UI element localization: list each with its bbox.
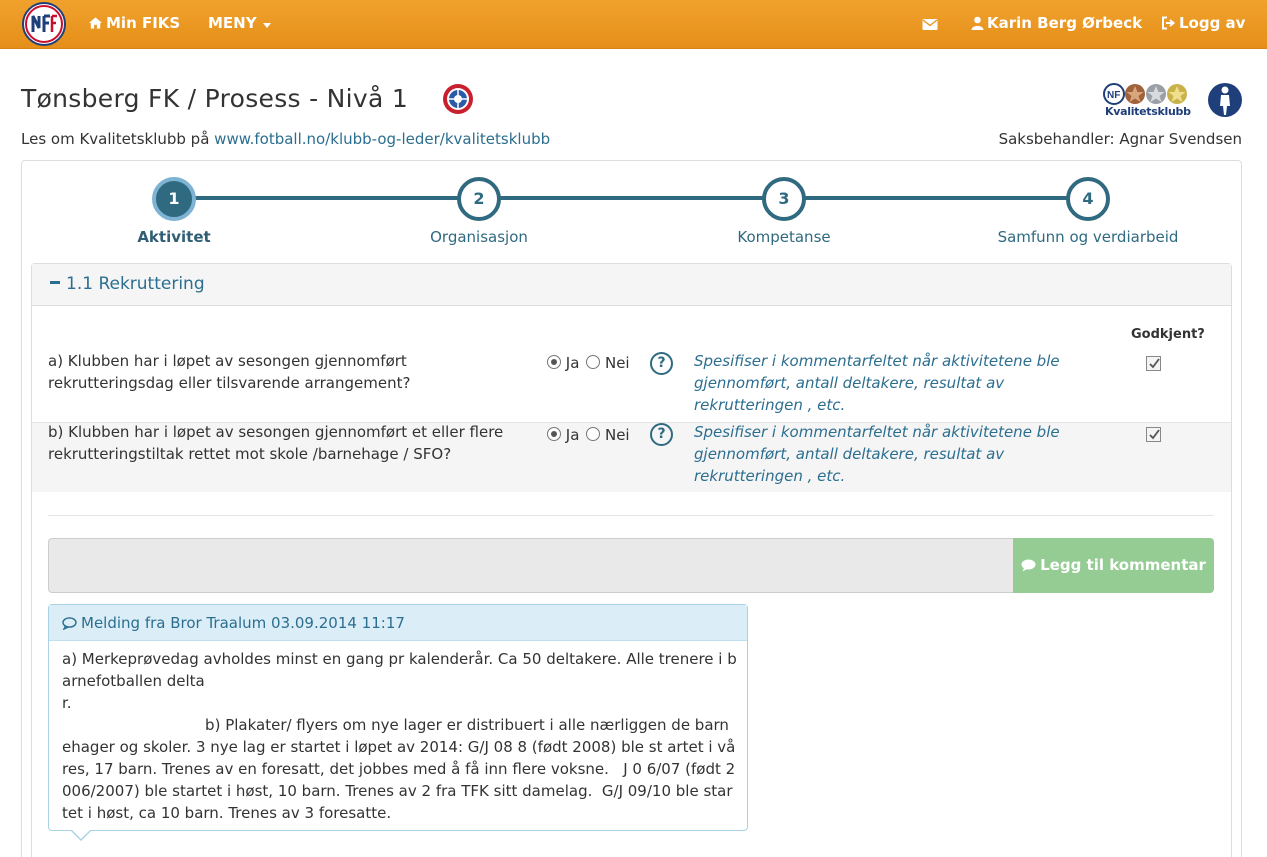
saksbehandler-label: Saksbehandler: Agnar Svendsen (998, 130, 1242, 148)
question-a-nei-label: Nei (604, 354, 630, 372)
question-a-radio-nei[interactable] (586, 355, 601, 369)
message-title-row: Melding fra Bror Traalum 03.09.2014 11:1… (62, 614, 405, 632)
question-a-text: a) Klubben har i løpet av sesongen gjenn… (48, 352, 411, 392)
message-title: Melding fra Bror Traalum 03.09.2014 11:1… (81, 614, 405, 632)
question-b-help-icon[interactable]: ? (650, 423, 673, 446)
comment-outline-icon (62, 617, 77, 631)
godkjent-column-header: Godkjent? (1131, 327, 1205, 342)
nav-menu-dropdown[interactable]: MENY (208, 14, 275, 32)
step-4-circle[interactable]: 4 (1066, 177, 1110, 221)
comment-icon (1021, 559, 1036, 572)
question-a-radio-ja[interactable] (547, 355, 561, 369)
nav-home-label: Min FIKS (106, 14, 181, 32)
question-b-radio-nei[interactable] (586, 427, 601, 441)
step-4-label[interactable]: Samfunn og verdiarbeid (988, 228, 1188, 246)
logout-label: Logg av (1179, 14, 1246, 32)
comment-input[interactable] (48, 538, 1014, 593)
question-b-text: b) Klubben har i løpet av sesongen gjenn… (48, 423, 504, 463)
caret-down-icon (262, 23, 271, 28)
step-1-label[interactable]: Aktivitet (74, 228, 274, 246)
svg-text:NF: NF (1107, 90, 1120, 101)
step-2-label[interactable]: Organisasjon (379, 228, 579, 246)
step-3-label[interactable]: Kompetanse (684, 228, 884, 246)
add-comment-label: Legg til kommentar (1040, 556, 1206, 574)
question-b-ja-label: Ja (565, 426, 580, 444)
checkmark-icon (1149, 358, 1160, 369)
question-b-answer: Ja Nei (547, 426, 630, 444)
question-b-nei-label: Nei (604, 426, 630, 444)
page-title: Tønsberg FK / Prosess - Nivå 1 (21, 84, 409, 113)
envelope-icon (922, 19, 938, 30)
nff-logo[interactable] (22, 2, 66, 46)
user-icon (971, 16, 984, 30)
question-b-approved-checkbox[interactable] (1146, 427, 1161, 442)
kvalitetsklubb-logo-text: Kvalitetsklubb (1105, 105, 1191, 118)
divider (48, 515, 1214, 516)
message-body: a) Merkeprøvedag avholdes minst en gang … (62, 650, 737, 822)
progress-line (195, 196, 1070, 200)
checkmark-icon (1149, 429, 1160, 440)
figure-logo-icon (1208, 83, 1242, 117)
question-b-radio-ja[interactable] (547, 427, 561, 441)
messages-link[interactable] (922, 15, 941, 33)
question-a-approved-checkbox[interactable] (1146, 356, 1161, 371)
question-b-hint: Spesifiser i kommentarfeltet når aktivit… (694, 423, 1060, 485)
question-a-answer: Ja Nei (547, 354, 630, 372)
lead-text: Les om Kvalitetsklubb på (21, 130, 215, 148)
kvalitetsklubb-logo: NF Kvalitetsklubb (1103, 82, 1191, 120)
kvalitetsklubb-stars-icon: NF (1103, 83, 1187, 105)
nav-home-link[interactable]: Min FIKS (88, 14, 180, 32)
step-1-circle[interactable]: 1 (152, 177, 196, 221)
user-menu-link[interactable]: Karin Berg Ørbeck (971, 14, 1142, 32)
club-badge-icon (443, 84, 473, 114)
logout-link[interactable]: Logg av (1161, 14, 1245, 32)
nff-logo-icon (25, 5, 63, 43)
minus-icon (50, 281, 60, 284)
user-name-label: Karin Berg Ørbeck (987, 14, 1143, 32)
nav-menu-label: MENY (208, 14, 257, 32)
sign-out-icon (1162, 16, 1176, 30)
question-a-ja-label: Ja (565, 354, 580, 372)
question-a-help-icon[interactable]: ? (650, 352, 673, 375)
section-panel-header[interactable] (32, 264, 1231, 306)
kvalitetsklubb-link[interactable]: www.fotball.no/klubb-og-leder/kvalitetsk… (214, 130, 550, 148)
add-comment-button[interactable]: Legg til kommentar (1013, 538, 1214, 593)
step-2-circle[interactable]: 2 (457, 177, 501, 221)
question-a-hint: Spesifiser i kommentarfeltet når aktivit… (694, 352, 1060, 414)
section-title: 1.1 Rekruttering (66, 274, 205, 294)
home-icon (88, 17, 103, 29)
step-3-circle[interactable]: 3 (762, 177, 806, 221)
kvalitetsklubb-info: Les om Kvalitetsklubb på www.fotball.no/… (21, 130, 550, 148)
section-toggle[interactable]: 1.1 Rekruttering (50, 274, 205, 294)
message-tail-inner (71, 829, 91, 839)
